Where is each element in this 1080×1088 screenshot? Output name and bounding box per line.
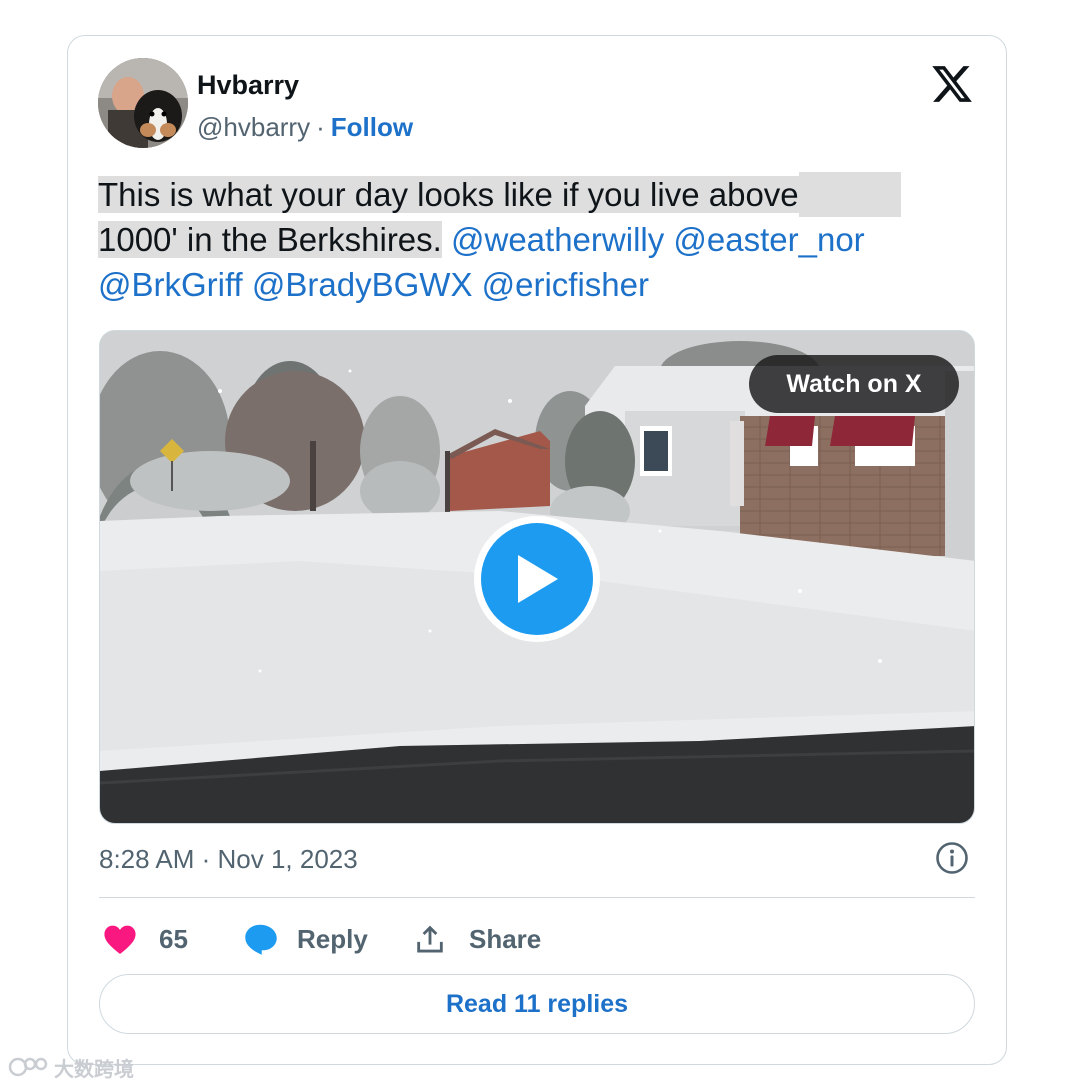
info-icon[interactable] <box>935 841 969 875</box>
tweet-text: This is what your day looks like if you … <box>98 172 988 307</box>
mention-link[interactable]: @BrkGriff <box>98 266 243 303</box>
author-name[interactable]: Hvbarry <box>197 70 299 101</box>
reply-label: Reply <box>297 923 368 954</box>
reply-button[interactable]: Reply <box>243 916 368 962</box>
avatar[interactable] <box>98 58 188 148</box>
play-icon <box>518 555 558 603</box>
highlight-fill <box>798 172 901 217</box>
video-media[interactable]: Watch on X <box>99 330 975 824</box>
play-button-inner <box>481 523 593 635</box>
watermark-text: 大数跨境 <box>54 1058 134 1081</box>
handle-row: @hvbarry · Follow <box>197 112 413 143</box>
play-button[interactable] <box>474 516 600 642</box>
divider <box>99 897 975 898</box>
mention-link[interactable]: @ericfisher <box>482 266 649 303</box>
watermark: 大数跨境 <box>8 1052 134 1082</box>
share-button[interactable]: Share <box>413 916 541 962</box>
mention-link[interactable]: @easter_nor <box>673 221 864 258</box>
like-count: 65 <box>159 923 188 954</box>
heart-icon <box>104 925 136 955</box>
watch-on-x-button[interactable]: Watch on X <box>749 355 959 413</box>
avatar-image <box>98 58 188 148</box>
like-button[interactable]: 65 <box>103 916 188 962</box>
action-bar: 65 Reply Share <box>99 916 975 962</box>
mention-link[interactable]: @weatherwilly <box>451 221 664 258</box>
watermark-logo-icon <box>8 1057 48 1077</box>
tweet-timestamp[interactable]: 8:28 AM · Nov 1, 2023 <box>99 844 358 875</box>
tweet-text-line2: 1000' in the Berkshires. <box>98 221 442 258</box>
share-icon <box>417 925 443 953</box>
separator-dot: · <box>316 112 325 142</box>
reply-bubble-icon <box>245 924 277 955</box>
mention-link[interactable]: @BradyBGWX <box>252 266 473 303</box>
share-label: Share <box>469 923 542 954</box>
read-replies-button[interactable]: Read 11 replies <box>99 974 975 1034</box>
x-logo-icon[interactable] <box>930 62 974 106</box>
follow-link[interactable]: Follow <box>331 112 413 142</box>
author-handle[interactable]: @hvbarry <box>197 112 310 142</box>
tweet-text-line1: This is what your day looks like if you … <box>98 176 799 213</box>
tweet-card: Hvbarry @hvbarry · Follow This is what you… <box>67 35 1007 1065</box>
